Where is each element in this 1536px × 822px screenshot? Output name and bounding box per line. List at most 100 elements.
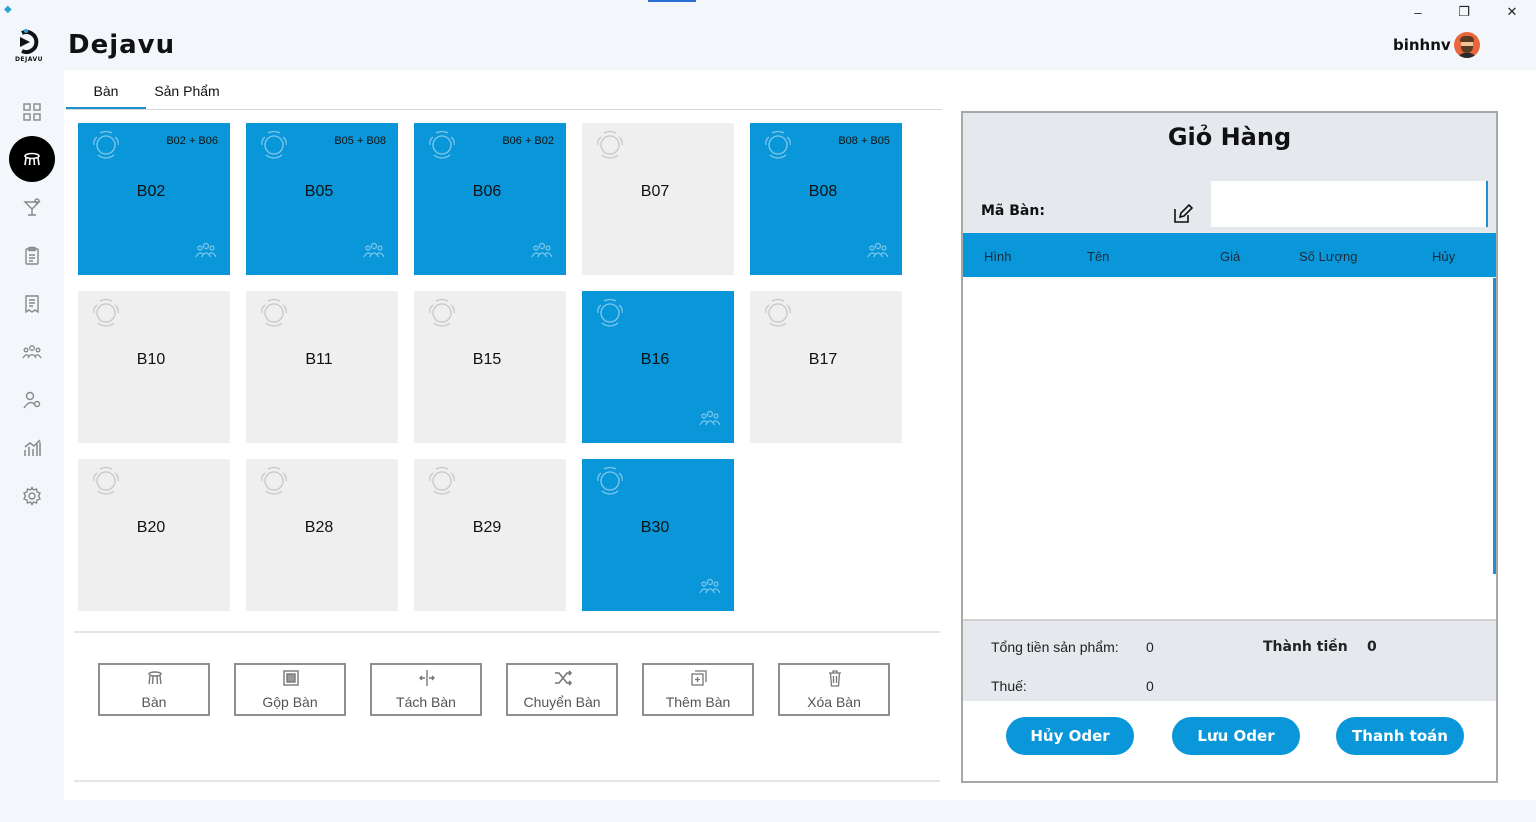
user-icon xyxy=(23,391,41,409)
table-name: B20 xyxy=(136,519,166,536)
action-button-2[interactable]: Gộp Bàn xyxy=(234,663,346,716)
cart-scrollbar[interactable] xyxy=(1493,278,1496,574)
avatar[interactable] xyxy=(1454,32,1480,58)
table-icon xyxy=(256,466,292,496)
shuffle-icon xyxy=(555,670,572,686)
table-card-b17[interactable]: B17 xyxy=(750,291,902,443)
table-icon xyxy=(88,466,124,496)
table-code-input[interactable] xyxy=(1211,181,1488,227)
sidebar-item-dashboard[interactable] xyxy=(12,92,52,132)
table-name: B29 xyxy=(472,519,502,536)
people-icon xyxy=(195,239,217,261)
action-button-label: Gộp Bàn xyxy=(262,694,318,710)
action-button-3[interactable]: Tách Bàn xyxy=(370,663,482,716)
action-button-5[interactable]: Thêm Bàn xyxy=(642,663,754,716)
staff-icon xyxy=(22,345,42,359)
column-hinh: Hình xyxy=(984,249,1012,264)
table-card-b30[interactable]: B30 xyxy=(582,459,734,611)
table-card-b28[interactable]: B28 xyxy=(246,459,398,611)
minimize-button[interactable]: – xyxy=(1402,2,1434,22)
tab-san-pham[interactable]: Sản Phẩm xyxy=(146,80,228,109)
main-panel: Bàn Sản Phẩm B02 + B06 B02 B05 + B08 B05 B06… xyxy=(64,70,1536,800)
table-card-b10[interactable]: B10 xyxy=(78,291,230,443)
checkout-button[interactable]: Thanh toán xyxy=(1336,717,1464,755)
maximize-button[interactable]: ❐ xyxy=(1448,2,1480,22)
table-icon xyxy=(256,130,292,160)
table-name: B10 xyxy=(136,351,166,368)
action-button-4[interactable]: Chuyển Bàn xyxy=(506,663,618,716)
table-card-b02[interactable]: B02 + B06 B02 xyxy=(78,123,230,275)
username[interactable]: binhnv xyxy=(1393,36,1451,54)
total-value: 0 xyxy=(1367,639,1377,655)
tax-label: Thuế: xyxy=(991,678,1027,694)
drink-icon xyxy=(23,198,41,216)
divider xyxy=(74,631,940,633)
table-merge-label: B08 + B05 xyxy=(838,135,890,147)
table-card-b06[interactable]: B06 + B02 B06 xyxy=(414,123,566,275)
table-icon xyxy=(424,466,460,496)
sidebar-item-invoices[interactable] xyxy=(12,284,52,324)
cancel-order-button[interactable]: Hủy Oder xyxy=(1006,717,1134,755)
trash-icon xyxy=(829,670,841,687)
merge-icon xyxy=(283,670,299,686)
table-merge-label: B06 + B02 xyxy=(502,135,554,147)
action-button-6[interactable]: Xóa Bàn xyxy=(778,663,890,716)
sidebar-item-drinks[interactable] xyxy=(12,188,52,228)
save-order-button[interactable]: Lưu Oder xyxy=(1172,717,1300,755)
app-icon: ◆ xyxy=(4,4,12,15)
people-icon xyxy=(531,239,553,261)
table-card-b07[interactable]: B07 xyxy=(582,123,734,275)
tax-value: 0 xyxy=(1146,678,1154,694)
table-card-b15[interactable]: B15 xyxy=(414,291,566,443)
subtotal-label: Tổng tiền sản phẩm: xyxy=(991,639,1119,655)
sidebar-item-staff[interactable] xyxy=(12,332,52,372)
tab-ban[interactable]: Bàn xyxy=(66,80,146,109)
logo-text: DEJAVU xyxy=(14,56,44,63)
table-card-b11[interactable]: B11 xyxy=(246,291,398,443)
table-icon xyxy=(592,466,628,496)
table-code-label: Mã Bàn: xyxy=(981,203,1045,219)
table-icon xyxy=(760,298,796,328)
sidebar-item-orders[interactable] xyxy=(12,236,52,276)
action-button-label: Chuyển Bàn xyxy=(523,694,601,710)
table-card-b08[interactable]: B08 + B05 B08 xyxy=(750,123,902,275)
action-button-1[interactable]: Bàn xyxy=(98,663,210,716)
column-huy: Hủy xyxy=(1432,249,1456,264)
sidebar-item-tables[interactable] xyxy=(9,136,55,182)
table-card-b16[interactable]: B16 xyxy=(582,291,734,443)
table-name: B07 xyxy=(640,183,670,200)
edit-icon[interactable] xyxy=(1172,203,1194,225)
cart-item-list[interactable] xyxy=(963,278,1496,621)
table-icon xyxy=(24,152,40,166)
table-card-b05[interactable]: B05 + B08 B05 xyxy=(246,123,398,275)
table-icon xyxy=(148,671,162,685)
add-icon xyxy=(691,670,707,686)
close-button[interactable]: ✕ xyxy=(1496,2,1528,22)
logo: DEJAVU xyxy=(8,28,50,68)
divider xyxy=(74,780,940,782)
table-name: B06 xyxy=(472,183,502,200)
clipboard-icon xyxy=(25,246,39,265)
action-button-label: Xóa Bàn xyxy=(807,694,861,710)
title-bar: ◆ – ❐ ✕ xyxy=(0,0,1536,24)
action-button-label: Tách Bàn xyxy=(396,694,456,710)
sidebar-item-stats[interactable] xyxy=(12,428,52,468)
column-ten: Tên xyxy=(1087,249,1110,264)
table-name: B02 xyxy=(136,183,166,200)
people-icon xyxy=(699,407,721,429)
sidebar-item-settings[interactable] xyxy=(12,476,52,516)
table-icon xyxy=(424,130,460,160)
table-name: B08 xyxy=(808,183,838,200)
table-card-b29[interactable]: B29 xyxy=(414,459,566,611)
people-icon xyxy=(867,239,889,261)
cart-header: Giỏ Hàng Mã Bàn: xyxy=(963,113,1496,233)
people-icon xyxy=(363,239,385,261)
cart-summary: Tổng tiền sản phẩm: 0 Thành tiền 0 Thuế:… xyxy=(963,621,1496,701)
table-card-b20[interactable]: B20 xyxy=(78,459,230,611)
table-icon xyxy=(256,298,292,328)
action-button-label: Thêm Bàn xyxy=(665,694,731,710)
sidebar-item-customers[interactable] xyxy=(12,380,52,420)
column-so-luong: Số Lượng xyxy=(1299,249,1358,264)
sidebar xyxy=(0,70,64,822)
subtotal-value: 0 xyxy=(1146,639,1154,655)
